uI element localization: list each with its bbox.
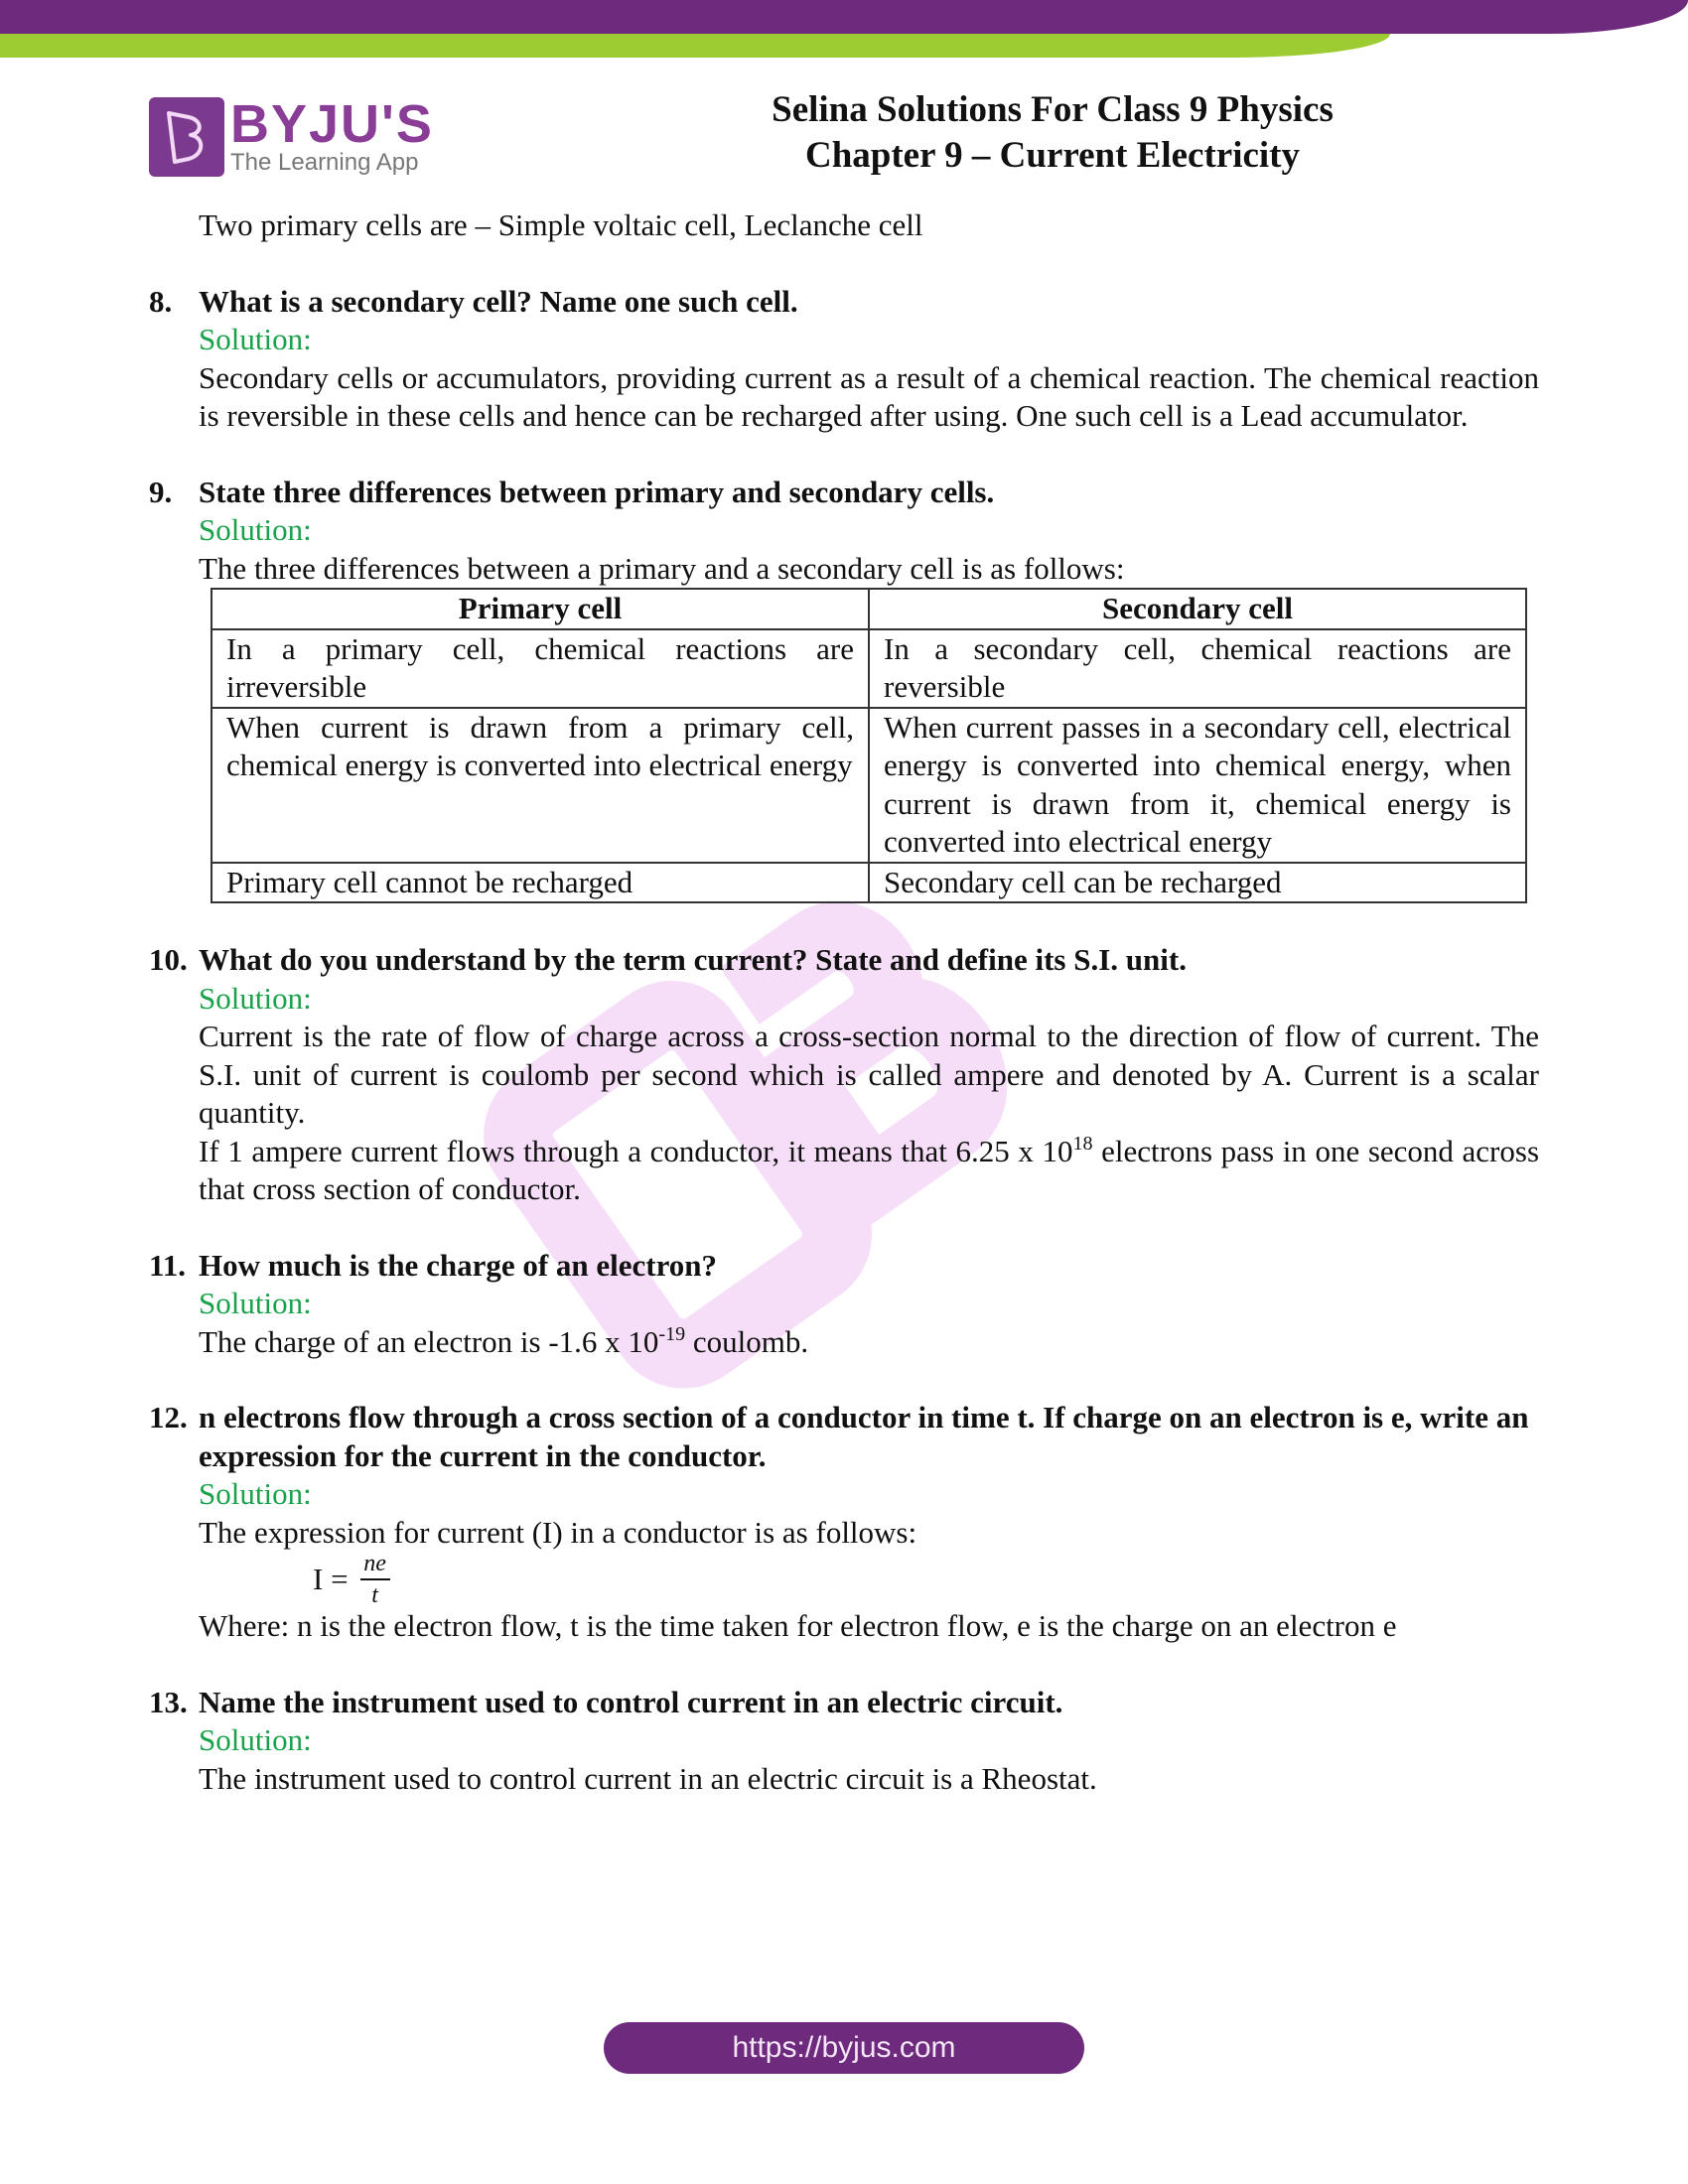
- solution-label: Solution:: [199, 1286, 312, 1320]
- title-line-1: Selina Solutions For Class 9 Physics: [772, 89, 1334, 130]
- question-9: 9. State three differences between prima…: [149, 474, 1539, 512]
- logo-tagline: The Learning App: [230, 149, 419, 176]
- question-text: n electrons flow through a cross section…: [199, 1400, 1529, 1473]
- solution-label: Solution:: [199, 1476, 312, 1511]
- exponent: -19: [658, 1322, 686, 1345]
- question-text: What is a secondary cell? Name one such …: [199, 283, 798, 319]
- answer-text-2: If 1 ampere current flows through a cond…: [199, 1133, 1539, 1209]
- question-number: 8.: [149, 283, 173, 319]
- table-cell: When current passes in a secondary cell,…: [868, 706, 1527, 864]
- header-band-purple: [0, 0, 1688, 34]
- logo-wordmark: BYJU'S: [230, 94, 434, 154]
- formula-numerator: ne: [363, 1551, 386, 1576]
- formula-explanation: Where: n is the electron flow, t is the …: [199, 1608, 1397, 1643]
- question-text: How much is the charge of an electron?: [199, 1247, 718, 1283]
- table-row: In a primary cell, chemical reactions ar…: [211, 627, 1527, 709]
- question-text: State three differences between primary …: [199, 474, 995, 509]
- document-body: Two primary cells are – Simple voltaic c…: [149, 206, 1539, 1798]
- header-band-green: [0, 34, 1390, 58]
- question-number: 13.: [149, 1684, 188, 1719]
- solution-label: Solution:: [199, 512, 312, 547]
- answer-text: Current is the rate of flow of charge ac…: [199, 1019, 1539, 1130]
- answer-text: The instrument used to control current i…: [199, 1760, 1097, 1796]
- footer-url-link[interactable]: https://byjus.com: [604, 2022, 1084, 2074]
- table-header: Secondary cell: [868, 588, 1527, 630]
- table-header-row: Primary cell Secondary cell: [211, 588, 1527, 630]
- table-cell: Secondary cell can be recharged: [868, 861, 1527, 903]
- byjus-logo: BYJU'S The Learning App: [149, 97, 434, 177]
- table-header: Primary cell: [211, 588, 870, 630]
- answer-text-pre: The charge of an electron is -1.6 x 10: [199, 1323, 659, 1359]
- exponent: 18: [1072, 1132, 1093, 1155]
- current-formula: I = ne t: [313, 1552, 1539, 1607]
- solution-label: Solution:: [199, 322, 312, 356]
- table-row: Primary cell cannot be recharged Seconda…: [211, 861, 1527, 903]
- intro-text: Two primary cells are – Simple voltaic c…: [199, 207, 923, 242]
- answer-text-post: coulomb.: [685, 1323, 809, 1359]
- question-8: 8. What is a secondary cell? Name one su…: [149, 283, 1539, 322]
- formula-denominator: t: [371, 1582, 378, 1608]
- question-10: 10. What do you understand by the term c…: [149, 941, 1539, 980]
- question-text: What do you understand by the term curre…: [199, 942, 1187, 977]
- table-cell: In a secondary cell, chemical reactions …: [868, 627, 1527, 709]
- answer-text-pre: If 1 ampere current flows through a cond…: [199, 1133, 1073, 1168]
- question-number: 11.: [149, 1247, 187, 1283]
- document-title: Selina Solutions For Class 9 Physics Cha…: [675, 87, 1430, 179]
- answer-text: The three differences between a primary …: [199, 550, 1125, 586]
- question-number: 9.: [149, 474, 173, 509]
- comparison-table: Primary cell Secondary cell In a primary…: [211, 588, 1527, 903]
- question-number: 10.: [149, 942, 188, 977]
- formula-fraction: ne t: [359, 1551, 390, 1608]
- answer-text: The expression for current (I) in a cond…: [199, 1514, 917, 1550]
- question-11: 11. How much is the charge of an electro…: [149, 1247, 1539, 1286]
- question-text: Name the instrument used to control curr…: [199, 1684, 1063, 1719]
- answer-text: The charge of an electron is -1.6 x 10-1…: [199, 1323, 1539, 1362]
- fraction-bar: [359, 1578, 390, 1580]
- answer-text: Secondary cells or accumulators, providi…: [199, 359, 1539, 434]
- question-number: 12.: [149, 1400, 188, 1434]
- solution-label: Solution:: [199, 1722, 312, 1757]
- question-13: 13. Name the instrument used to control …: [149, 1684, 1539, 1722]
- solution-label: Solution:: [199, 980, 312, 1016]
- title-line-2: Chapter 9 – Current Electricity: [804, 135, 1301, 176]
- table-cell: When current is drawn from a primary cel…: [211, 706, 870, 864]
- table-cell: In a primary cell, chemical reactions ar…: [211, 627, 870, 709]
- b-logo-icon: [149, 97, 224, 177]
- question-12: 12. n electrons flow through a cross sec…: [149, 1399, 1539, 1475]
- formula-lhs: I =: [313, 1561, 349, 1596]
- table-row: When current is drawn from a primary cel…: [211, 706, 1527, 864]
- table-cell: Primary cell cannot be recharged: [211, 861, 870, 903]
